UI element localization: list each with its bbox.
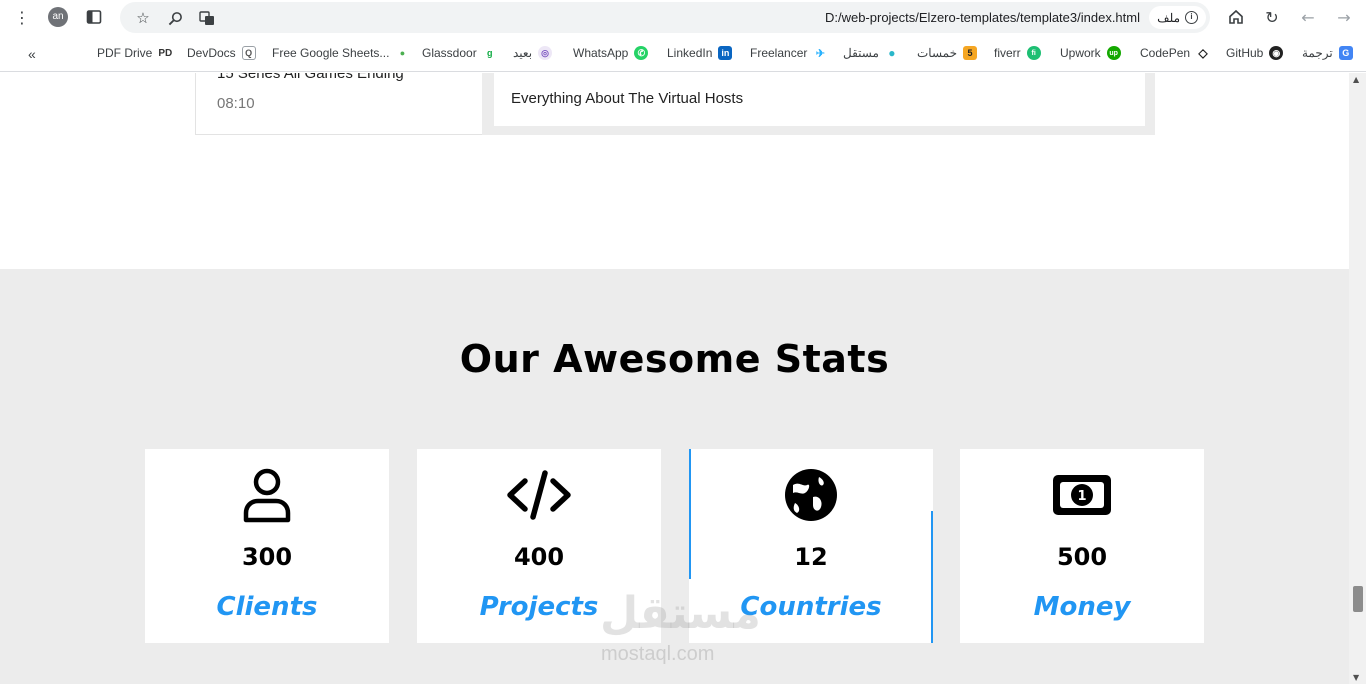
bookmark-label: PDF Drive [97,46,153,60]
watermark-logo: مستقل [600,588,761,639]
bookmark-label: GitHub [1226,46,1264,60]
bookmark-label: ترجمة [1302,46,1333,60]
video-list-item[interactable]: 15 Series All Games Ending 08:10 [195,73,482,135]
bookmark-label: خمسات [917,46,958,60]
devdocs-icon: Q [241,46,256,60]
sheets-icon: ● [395,46,410,60]
bookmark-codepen[interactable]: CodePen ◇ [1140,46,1211,60]
info-icon: i [1185,11,1198,24]
profile-avatar[interactable]: an [48,7,68,27]
khamsat-icon: 5 [963,46,978,60]
stats-section-title: Our Awesome Stats [459,337,890,381]
reload-icon[interactable]: ↻ [1258,4,1286,30]
codepen-icon: ◇ [1196,46,1211,60]
bookmark-freelancer[interactable]: Freelancer ✈ [750,46,828,60]
bookmark-github[interactable]: GitHub ◉ [1226,46,1284,60]
money-icon: 1 [960,467,1204,525]
bookmark-whatsapp[interactable]: WhatsApp ✆ [573,46,649,60]
stat-label: Clients [216,592,318,622]
bookmark-pdf-drive[interactable]: PDF Drive PD [97,46,173,60]
mostaql-icon: ● [884,46,899,60]
bookmark-label: مستقل [843,46,879,60]
browser-toolbar: ⋮ an ☆ D:/web-projects/Elzero-templates/… [0,0,1366,35]
zoom-icon[interactable] [166,9,184,27]
baeed-icon: ◎ [538,46,553,60]
fiverr-icon: fi [1026,46,1041,60]
globe-icon [689,467,933,525]
bookmark-star-icon[interactable]: ☆ [134,9,152,27]
page-viewport: 15 Series All Games Ending 08:10 Everyth… [0,73,1349,684]
bookmark-label: LinkedIn [667,46,713,60]
bookmark-label: Freelancer [750,46,808,60]
bookmark-linkedin[interactable]: LinkedIn in [667,46,733,60]
upwork-icon: up [1106,46,1121,60]
translate-page-icon[interactable] [198,9,216,27]
bookmark-label: fiverr [994,46,1021,60]
freelancer-icon: ✈ [813,46,828,60]
sidebar-toggle-icon[interactable] [80,4,108,30]
scroll-up-arrow-icon[interactable]: ▲ [1353,75,1359,84]
stat-number: 12 [794,543,828,571]
page-scrollbar[interactable]: ▲ ▼ [1349,73,1366,684]
user-icon [145,467,389,525]
bookmark-label: بعيد [513,46,533,60]
bookmark-label: DevDocs [187,46,236,60]
home-icon[interactable] [1222,4,1250,30]
bookmark-label: Glassdoor [422,46,477,60]
menu-dots-icon[interactable]: ⋮ [8,4,36,30]
site-info-chip[interactable]: ملف i [1149,6,1206,29]
stat-card-money: 1 500 Money [960,449,1204,643]
scrollbar-thumb[interactable] [1353,586,1363,612]
url-text: D:/web-projects/Elzero-templates/templat… [824,10,1140,25]
bookmark-google-sheets[interactable]: Free Google Sheets... ● [272,46,410,60]
video-item-title: 15 Series All Games Ending [217,73,404,82]
video-preview-panel: Everything About The Virtual Hosts [494,73,1145,126]
bookmark-devdocs[interactable]: DevDocs Q [187,46,256,60]
bookmarks-bar: « PDF Drive PD DevDocs Q Free Google She… [0,36,1366,72]
bookmark-fiverr[interactable]: fiverr fi [994,46,1041,60]
more-bookmarks-chevron-icon[interactable]: « [28,46,36,62]
bookmark-mostaql[interactable]: مستقل ● [843,46,899,60]
linkedin-icon: in [718,46,733,60]
bookmark-translate[interactable]: ترجمة G [1302,46,1353,60]
bookmark-glassdoor[interactable]: Glassdoor g [422,46,497,60]
video-item-duration: 08:10 [217,95,255,112]
bookmark-khamsat[interactable]: خمسات 5 [917,46,978,60]
bookmark-label: WhatsApp [573,46,629,60]
google-translate-icon: G [1338,46,1353,60]
stat-number: 300 [241,543,293,571]
svg-text:1: 1 [1077,489,1086,504]
latest-posts-strip: 15 Series All Games Ending 08:10 Everyth… [195,73,1155,135]
site-info-label: ملف [1157,10,1180,25]
pdf-drive-icon: PD [158,46,173,60]
video-preview-title: Everything About The Virtual Hosts [511,90,744,107]
glassdoor-icon: g [482,46,497,60]
github-icon: ◉ [1269,46,1284,60]
code-icon [417,467,661,525]
bookmark-label: Free Google Sheets... [272,46,390,60]
back-arrow-icon[interactable]: ← [1294,4,1322,30]
forward-arrow-icon[interactable]: → [1330,4,1358,30]
watermark-url: mostaql.com [601,643,715,665]
stat-card-clients: 300 Clients [145,449,389,643]
stat-number: 400 [513,543,565,571]
bookmark-label: Upwork [1060,46,1101,60]
whatsapp-icon: ✆ [634,46,649,60]
hover-border-right [931,511,933,643]
stat-number: 500 [1056,543,1108,571]
address-bar[interactable]: ☆ D:/web-projects/Elzero-templates/templ… [120,2,1210,33]
bookmark-baeed[interactable]: بعيد ◎ [513,46,553,60]
bookmark-upwork[interactable]: Upwork up [1060,46,1121,60]
scroll-down-arrow-icon[interactable]: ▼ [1353,673,1359,682]
stat-label: Money [1033,592,1131,622]
bookmark-label: CodePen [1140,46,1191,60]
